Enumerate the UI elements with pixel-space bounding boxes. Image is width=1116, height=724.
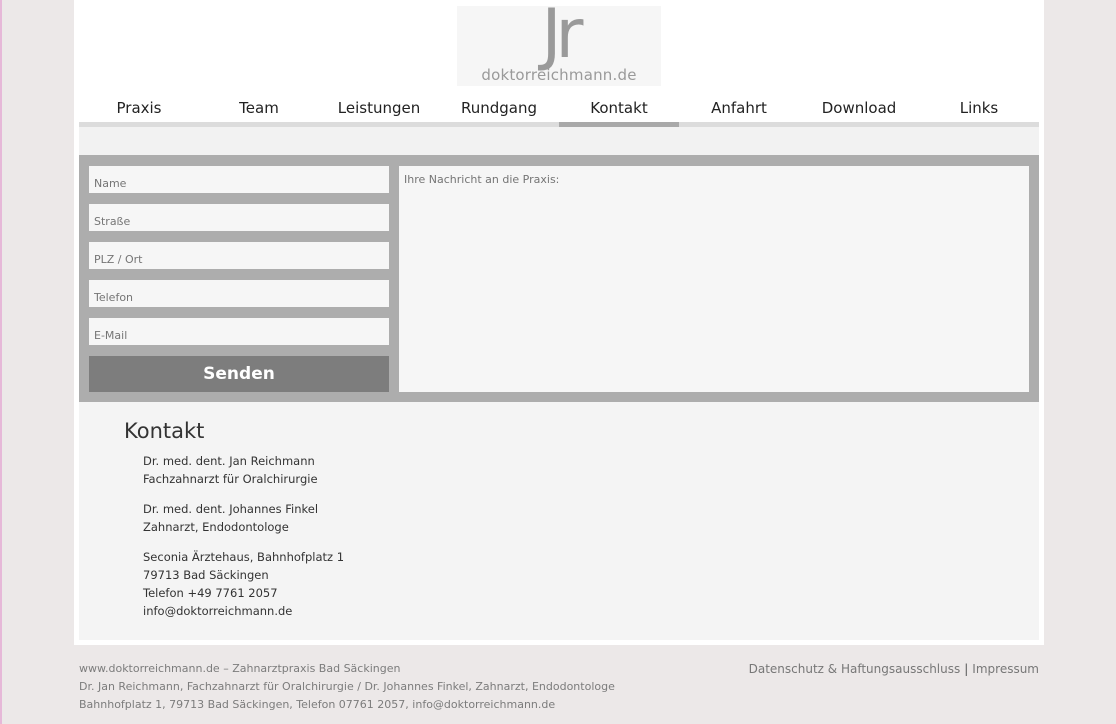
doctor2-title: Zahnarzt, Endodontologe [143, 520, 289, 534]
email-field[interactable] [89, 318, 389, 345]
city-field[interactable] [89, 242, 389, 269]
nav-item-links[interactable]: Links [919, 96, 1039, 127]
address-line2: 79713 Bad Säckingen [143, 568, 269, 582]
street-field[interactable] [89, 204, 389, 231]
contact-section: Kontakt Dr. med. dent. Jan Reichmann Fac… [79, 402, 1039, 640]
send-button[interactable]: Senden [89, 356, 389, 392]
name-field[interactable] [89, 166, 389, 193]
doctor2-name: Dr. med. dent. Johannes Finkel [143, 502, 319, 516]
message-field[interactable] [399, 166, 1029, 392]
nav-item-team[interactable]: Team [199, 96, 319, 127]
main-nav: Praxis Team Leistungen Rundgang Kontakt … [79, 96, 1039, 127]
logo-wordmark: doktorreichmann.de [481, 66, 637, 84]
nav-item-leistungen[interactable]: Leistungen [319, 96, 439, 127]
doctor1-name: Dr. med. dent. Jan Reichmann [143, 454, 315, 468]
datenschutz-link[interactable]: Datenschutz & Haftungsausschluss [749, 662, 961, 676]
footer-links: Datenschutz & Haftungsausschluss | Impress… [749, 662, 1039, 676]
email-link[interactable]: info@doktorreichmann.de [143, 602, 292, 620]
footer-line-1: www.doktorreichmann.de – Zahnarztpraxis … [79, 662, 401, 675]
impressum-link[interactable]: Impressum [972, 662, 1039, 676]
nav-item-anfahrt[interactable]: Anfahrt [679, 96, 799, 127]
page-container: Jr doktorreichmann.de Praxis Team Leistu… [74, 0, 1044, 645]
nav-item-praxis[interactable]: Praxis [79, 96, 199, 127]
nav-item-kontakt[interactable]: Kontakt [559, 96, 679, 127]
phone-text: Telefon +49 7761 2057 [143, 586, 278, 600]
contact-heading: Kontakt [124, 419, 205, 443]
footer-separator: | [964, 662, 969, 676]
footer-line-2: Dr. Jan Reichmann, Fachzahnarzt für Oral… [79, 680, 615, 693]
phone-field[interactable] [89, 280, 389, 307]
site-logo[interactable]: Jr doktorreichmann.de [457, 0, 661, 86]
nav-item-rundgang[interactable]: Rundgang [439, 96, 559, 127]
footer-line-3: Bahnhofplatz 1, 79713 Bad Säckingen, Tel… [79, 698, 556, 711]
nav-item-download[interactable]: Download [799, 96, 919, 127]
logo-monogram: Jr [541, 0, 583, 74]
doctor1-title: Fachzahnarzt für Oralchirurgie [143, 472, 318, 486]
page-edge [0, 0, 2, 724]
contact-form: Senden [79, 155, 1039, 402]
address-line1: Seconia Ärztehaus, Bahnhofplatz 1 [143, 550, 345, 564]
nav-divider-strip [79, 127, 1039, 155]
